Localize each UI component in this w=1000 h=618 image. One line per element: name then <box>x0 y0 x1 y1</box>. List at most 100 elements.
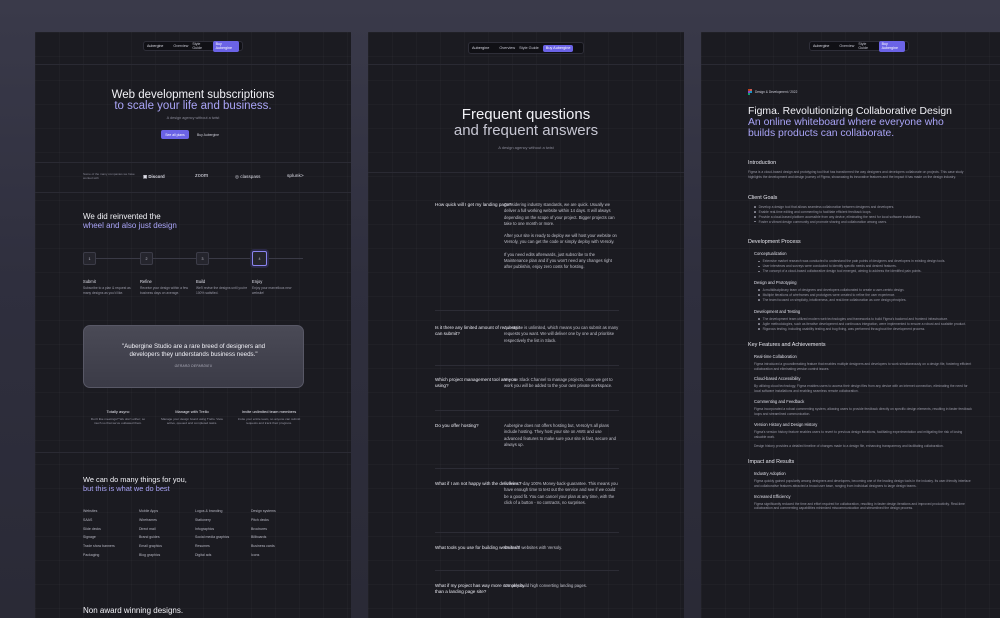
feature-trello: Manage with Trello Manage your design bo… <box>161 409 223 426</box>
step-1: Submit Subscribe to a plan & request as … <box>83 279 135 295</box>
feature-title: Totally async <box>106 409 130 414</box>
service-item: Websites <box>83 509 98 513</box>
top-nav: Aubergine Overview Style Guide Buy Auber… <box>143 40 243 52</box>
service-item: Pitch decks <box>251 517 269 522</box>
service-item: Slide decks <box>83 526 101 531</box>
step-title: Submit <box>83 279 96 284</box>
service-item: Email graphics <box>139 544 162 549</box>
faq-answer-3: We use Slack Channel to manage projects,… <box>504 377 613 389</box>
step-desc: Subscribe to a plan & request as many de… <box>83 286 131 295</box>
faq-answer-1: Considering industry standards, we are q… <box>504 202 619 271</box>
service-item: Wireframes <box>139 517 157 522</box>
service-item: Business cards <box>251 544 275 549</box>
list-item: Rigorous testing, including usability te… <box>758 327 973 332</box>
feature-title: Invite unlimited team members <box>241 409 297 414</box>
faq-tagline: A design agency without a twist <box>498 145 554 150</box>
faq-answer-4: Aubergine does not offers hosting but, V… <box>504 423 616 447</box>
answer-paragraph: Considering industry standards, we are q… <box>504 202 615 226</box>
landing-page-panel: Aubergine Overview Style Guide Buy Auber… <box>35 32 351 618</box>
development-heading: Development Process <box>748 239 801 246</box>
nav-style-guide-link[interactable]: Style Guide <box>519 46 539 50</box>
step-4: Enjoy Enjoy your marvellous new website! <box>252 279 304 295</box>
nav-buy-button[interactable]: Buy Aubergine <box>212 40 239 52</box>
key-feature-4: Version History and Design History Figma… <box>748 422 973 449</box>
step-2-marker: 2 <box>140 252 153 265</box>
answer-paragraph: If you need edits afterwards, just subsc… <box>504 251 612 270</box>
subsection-title: Cloud-based Accessibility <box>754 376 801 382</box>
see-all-plans-button[interactable]: See all plans <box>161 130 189 139</box>
breadcrumb: Design & Development / 2022 <box>748 89 797 95</box>
nav-brand[interactable]: Aubergine <box>147 44 163 48</box>
step-desc: Receive your design within a few busines… <box>140 286 189 295</box>
step-1-marker: 1 <box>83 252 96 265</box>
hero-tagline: A design agency without a twist <box>166 116 220 120</box>
subsection-text: Figma quickly gained popularity among de… <box>754 478 971 488</box>
subsection-text: Figma introduced a groundbreaking featur… <box>754 361 972 371</box>
services-title-line2: but this is what we do best <box>83 484 170 493</box>
list-item: Foster a vibrant design community and pr… <box>754 220 973 225</box>
list-item: The team focused on simplicity, intuitiv… <box>758 298 973 303</box>
service-item: Blog graphics <box>139 552 161 557</box>
nav-overview-link[interactable]: Overview <box>499 46 515 50</box>
services-col-1: Websites SAAS Slide decks Signage Trade … <box>83 507 115 560</box>
service-item: Social media graphics <box>195 535 230 540</box>
impact-heading: Impact and Results <box>748 458 795 465</box>
service-item: Packaging <box>83 552 100 557</box>
nav-overview-link[interactable]: Overview <box>173 44 188 48</box>
step-3-marker: 3 <box>196 252 209 265</box>
impact-1: Industry Adoption Figma quickly gained p… <box>748 471 973 489</box>
service-item: Billboards <box>251 535 267 540</box>
bottom-heading: Non award winning designs. <box>83 606 184 615</box>
nav-style-guide-link[interactable]: Style Guide <box>192 42 208 50</box>
service-item: Trade show banners <box>83 544 115 549</box>
key-feature-3: Commenting and Feedback Figma incorporat… <box>748 399 973 417</box>
top-nav: Aubergine Overview Style Guide Buy Auber… <box>809 40 909 52</box>
subsection-title: Commenting and Feedback <box>754 399 805 405</box>
impact-2: Increased Efficiency Figma significantly… <box>748 494 973 512</box>
service-item: Logos & branding <box>195 509 223 513</box>
step-title: Refine <box>140 279 152 284</box>
service-item: Direct mail <box>139 526 156 531</box>
subsection-title: Design and Prototyping <box>754 280 797 286</box>
service-item: Resumes <box>195 544 210 549</box>
faq-answer-5: I offer a 7-day 100% Money-back-guarante… <box>504 481 618 505</box>
introduction-text: Figma is a cloud-based design and protot… <box>748 170 964 179</box>
subsection-title: Version History and Design History <box>754 422 818 428</box>
zoom-logo: zoom <box>195 173 209 179</box>
testimonial-card: "Aubergine Studio are a rare breed of de… <box>83 325 304 388</box>
step-3: Build We'll revise the designs until you… <box>196 279 248 295</box>
service-item: Icons <box>251 552 260 557</box>
service-item: Infographics <box>195 526 215 531</box>
case-body: Introduction Figma is a cloud-based desi… <box>748 160 973 511</box>
buy-aubergine-button[interactable]: Buy Aubergine <box>193 130 223 139</box>
case-title: Figma. Revolutionizing Collaborative Des… <box>748 106 952 117</box>
nav-buy-button[interactable]: Buy Aubergine <box>542 44 574 52</box>
nav-brand[interactable]: Aubergine <box>472 46 489 50</box>
nav-brand[interactable]: Aubergine <box>813 44 829 48</box>
testimonial-quote: "Aubergine Studio are a rare breed of de… <box>121 343 266 358</box>
answer-paragraph: After your site is ready to deploy we wi… <box>504 233 617 245</box>
dev-section-1: Conceptualization Extensive market resea… <box>748 251 973 274</box>
nav-overview-link[interactable]: Overview <box>839 44 854 48</box>
dev-section-2: Design and Prototyping A multidisciplina… <box>748 280 973 303</box>
step-title: Build <box>196 279 206 284</box>
discord-logo: ▣ Discord <box>143 174 165 179</box>
nav-style-guide-link[interactable]: Style Guide <box>858 42 874 50</box>
subsection-text: Figma incorporated a robust commenting s… <box>754 407 972 417</box>
faq-answer-7: We only build high converting landing pa… <box>504 583 588 588</box>
feature-desc: Invite your entire team, so anyone can s… <box>237 417 301 426</box>
testimonial-author: GERARD DEPARDIEU <box>174 364 213 368</box>
nav-buy-button[interactable]: Buy Aubergine <box>878 40 905 52</box>
subsection-title: Conceptualization <box>754 251 787 257</box>
feature-async: Totally async Don't like meetings? We do… <box>89 409 147 426</box>
services-title-line1: We can do many things for you, <box>83 475 187 484</box>
step-desc: Enjoy your marvellous new website! <box>252 286 292 295</box>
subsection-text: Figma significantly reduced the time and… <box>754 501 965 511</box>
service-item: Brochures <box>251 526 267 531</box>
faq-title-line2: and frequent answers <box>453 122 599 139</box>
process-title-line1: We did reinvented the <box>83 212 161 221</box>
splunk-logo: splunk> <box>287 174 304 179</box>
service-item: Signage <box>83 535 96 540</box>
step-2: Refine Receive your design within a few … <box>140 279 192 295</box>
subsection-title: Increased Efficiency <box>754 493 791 499</box>
